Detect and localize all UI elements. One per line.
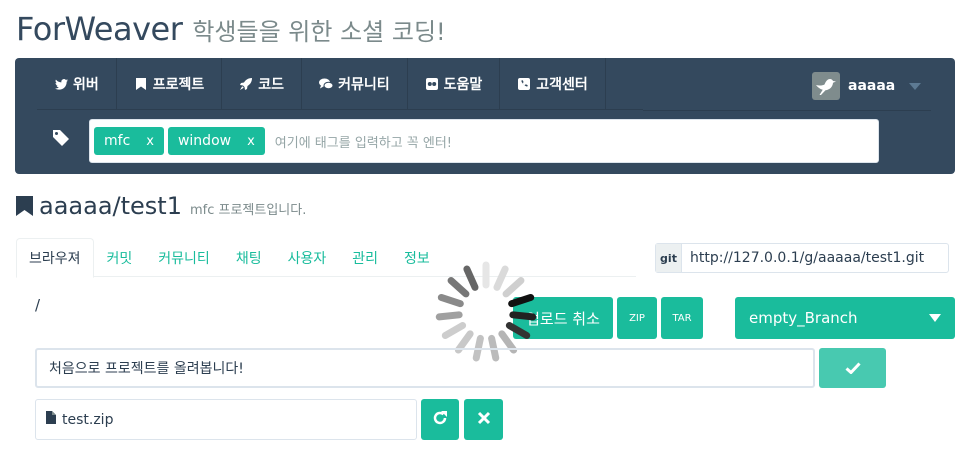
clear-file-button[interactable] [464,399,503,440]
nav-item-label: 프로젝트 [152,77,205,93]
current-path: / [35,296,41,314]
tag-icon [53,130,71,151]
tag-input[interactable]: mfc x window x 여기에 태그를 입력하고 꼭 엔터! [89,119,879,163]
chat-bubbles-icon [319,77,334,91]
brand: ForWeaver 학생들을 위한 소셜 코딩! [16,10,446,50]
tag-input-placeholder[interactable]: 여기에 태그를 입력하고 꼭 엔터! [275,132,452,151]
twitter-bird-icon [54,77,68,91]
nav-item-support[interactable]: 고객센터 [500,58,606,110]
tag-chip-mfc: mfc x [94,127,164,155]
bookmark-icon [134,77,148,91]
branch-selected-value: empty_Branch [749,309,858,327]
download-zip-button[interactable]: ZIP [617,297,657,339]
tag-remove-button[interactable]: x [146,134,154,149]
rocket-icon [239,77,253,91]
tag-remove-button[interactable]: x [247,134,255,149]
commit-message-input[interactable]: 처음으로 프로젝트를 올려봅니다! [35,348,815,388]
nav-item-label: 고객센터 [536,77,588,93]
nav-item-help[interactable]: 도움말 [408,58,501,110]
nav-menu: 위버 프로젝트 코드 커뮤니티 도움말 고객센터 [37,58,643,110]
chevron-down-icon[interactable] [909,82,922,90]
tab-browser[interactable]: 브라우져 [16,238,94,278]
nav-item-code[interactable]: 코드 [222,58,303,110]
tab-chat[interactable]: 채팅 [223,238,275,277]
nav-item-label: 코드 [258,77,285,93]
nav-item-weaver[interactable]: 위버 [37,58,117,110]
nav-item-label: 도움말 [443,77,483,93]
download-tar-button[interactable]: TAR [661,297,703,339]
navbar: 위버 프로젝트 코드 커뮤니티 도움말 고객센터 aaaaa mfc x win… [15,58,955,174]
close-icon [477,410,491,429]
brand-tagline: 학생들을 위한 소셜 코딩! [192,18,446,46]
phone-icon [517,77,531,91]
project-name[interactable]: aaaaa/test1 [39,192,182,220]
tag-chip-label: mfc [104,133,131,149]
branch-select[interactable]: empty_Branch [735,297,955,339]
bookmark-icon [16,196,33,216]
confirm-commit-button[interactable] [819,348,886,388]
project-description: mfc 프로젝트입니다. [189,203,307,218]
refresh-icon [432,410,448,430]
project-header: aaaaa/test1 mfc 프로젝트입니다. [16,192,306,220]
tab-community[interactable]: 커뮤니티 [145,238,223,277]
tab-commits[interactable]: 커밋 [94,238,146,277]
tag-chip-window: window x [167,127,265,155]
user-name: aaaaa [848,78,896,94]
tab-manage[interactable]: 관리 [339,238,391,277]
git-label: git [656,244,682,272]
flickr-icon [425,77,439,91]
nav-divider [643,110,931,111]
git-url-field: git http://127.0.0.1/g/aaaaa/test1.git [655,243,949,273]
git-url-input[interactable]: http://127.0.0.1/g/aaaaa/test1.git [682,244,948,272]
user-menu[interactable]: aaaaa [812,72,922,100]
refresh-button[interactable] [421,399,459,440]
bird-avatar-icon [812,72,840,100]
caret-down-icon [929,314,941,322]
tag-chip-label: window [177,133,232,149]
nav-item-label: 커뮤니티 [338,77,390,93]
file-name: test.zip [62,411,114,428]
nav-item-projects[interactable]: 프로젝트 [117,58,223,110]
file-input[interactable]: test.zip [35,399,417,440]
file-icon [46,411,56,428]
nav-item-label: 위버 [73,77,99,93]
brand-name[interactable]: ForWeaver [16,10,183,48]
tab-users[interactable]: 사용자 [275,238,340,277]
nav-item-community[interactable]: 커뮤니티 [302,58,408,110]
check-icon [845,359,861,378]
